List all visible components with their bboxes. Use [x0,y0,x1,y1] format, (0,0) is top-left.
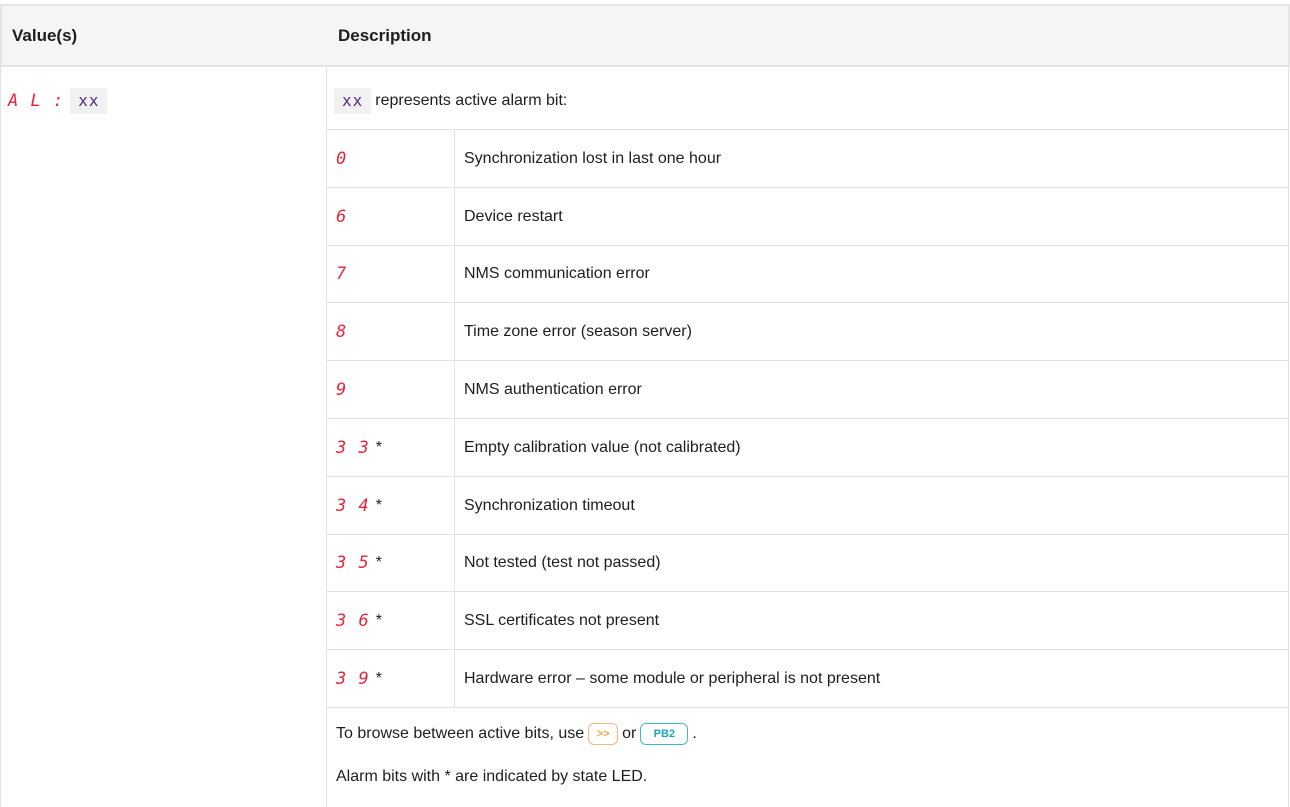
table-row: 9 NMS authentication error [326,361,1288,418]
alarm-star: * [375,496,382,514]
browse-hint: To browse between active bits, use >> or… [336,723,697,745]
table-header: Value(s) Description [0,6,1290,67]
alarm-code: 3 4 [336,495,370,516]
alarm-description: NMS authentication error [464,380,642,398]
alarm-code: 3 6 [336,610,370,631]
header-description: Description [338,26,432,45]
led-note: Alarm bits with * are indicated by state… [336,768,648,785]
alarm-code: 9 [336,379,348,400]
intro-code: xx [334,88,372,114]
table-row: 0 Synchronization lost in last one hour [326,130,1288,187]
alarm-code: 3 5 [336,553,370,573]
value-cell: A L : xx [8,88,108,114]
alarm-description: Synchronization timeout [464,496,635,514]
alarm-code: 3 9 [336,668,370,689]
alarm-description: NMS communication error [464,265,650,282]
intro-text: represents active alarm bit: [375,92,568,109]
browse-end: . [692,725,697,742]
table-row: 3 4 * Synchronization timeout [326,477,1288,534]
table-row: 8 Time zone error (season server) [326,303,1288,360]
alarm-description: SSL certificates not present [464,611,660,629]
header-values: Value(s) [12,26,78,45]
table-row: 3 5 * Not tested (test not passed) [326,535,1288,591]
alarm-star: * [375,554,382,571]
alarm-description: Hardware error – some module or peripher… [464,669,881,687]
description-intro: xx represents active alarm bit: [334,88,567,114]
border-left [0,67,1,807]
alarm-description: Device restart [464,207,563,225]
alarm-code: 7 [336,264,348,284]
alarm-code: 3 3 [336,437,370,458]
alarm-code: 6 [336,206,348,227]
table-row: 3 3 * Empty calibration value (not calibr… [326,419,1288,476]
table-row: 3 6 * SSL certificates not present [326,592,1288,649]
or-text: or [622,725,637,742]
alarm-description: Empty calibration value (not calibrated) [464,438,741,456]
alarm-star: * [375,669,382,687]
alarm-star: * [375,438,382,456]
browse-text: To browse between active bits, use [336,725,585,742]
value-code: xx [70,88,108,114]
alarm-display-symbol: A L : [8,91,65,111]
table-row: 3 9 * Hardware error – some module or per… [326,650,1288,707]
alarm-code: 8 [336,321,348,342]
alarm-description: Time zone error (season server) [464,322,692,340]
pb2-button-icon: PB2 [640,723,689,745]
alarm-description: Not tested (test not passed) [464,554,661,571]
alarm-description: Synchronization lost in last one hour [464,149,722,167]
alarm-star: * [375,611,382,629]
alarm-table: Value(s) Description A L : xx xx represe… [0,0,1290,807]
row-divider [326,707,1288,708]
next-arrow-button-icon: >> [588,723,619,745]
border-right [1288,67,1289,807]
alarm-code: 0 [336,148,348,169]
table-row: 6 Device restart [326,188,1288,245]
table-row: 7 NMS communication error [326,246,1288,302]
